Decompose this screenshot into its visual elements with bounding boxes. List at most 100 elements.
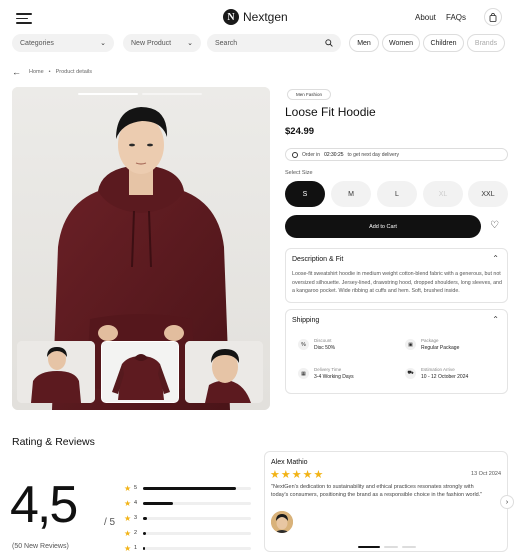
rating-bar-fill [143,486,236,490]
new-product-label: New Product [131,39,172,47]
thumbnail-2[interactable] [101,341,179,403]
shipping-label: Discount [314,338,332,343]
shipping-value: Regular Package [421,345,460,351]
chevron-right-icon: › [505,498,509,506]
rating-bar-track [143,531,251,535]
search-icon[interactable] [325,39,333,47]
brand-name: Nextgen [243,10,288,24]
breadcrumb-separator: • [48,69,51,75]
size-option-l[interactable]: L [377,181,417,207]
shipping-label: Package [421,338,439,343]
size-option-m[interactable]: M [331,181,371,207]
shipping-value: Disc 50% [314,345,336,351]
reviews-heading: Rating & Reviews [12,436,95,448]
carousel-dot[interactable] [402,546,416,548]
size-option-s[interactable]: S [285,181,325,207]
carousel-dot-active[interactable] [358,546,380,548]
chip-brands[interactable]: Brands [467,34,505,52]
chip-men[interactable]: Men [349,34,379,52]
size-option-xxl[interactable]: XXL [468,181,508,207]
rating-bar-4: ★ 4 [124,498,251,508]
rating-bar-2: ★ 2 [124,529,251,538]
size-option-xl: XL [423,181,463,207]
shipping-label: Delivery Time [314,367,342,372]
shipping-discount: % Discount Disc 50% [298,338,335,351]
shipping-value: 3-4 Working Days [314,374,354,380]
chevron-up-icon[interactable]: ⌃ [492,315,499,324]
reviewer-avatar [271,511,293,533]
bag-button[interactable] [484,8,502,26]
shipping-label: Estimation Arrive [421,367,455,372]
chevron-down-icon: ⌄ [100,40,106,47]
delivery-notice: Order in 02:30:25 to get next day delive… [285,148,508,161]
shipping-estimation: ⛟ Estimation Arrive 10 - 12 October 2024 [405,367,468,380]
heart-icon[interactable]: ♡ [490,220,499,231]
chevron-up-icon[interactable]: ⌃ [492,254,499,263]
rating-bar-1: ★ 1 [124,543,251,553]
rating-bar-fill [143,516,148,520]
description-card: Description & Fit ⌃ Loose-fit sweatshirt… [285,248,508,303]
nav-faqs-link[interactable]: FAQs [446,13,466,22]
carousel-dot[interactable] [384,546,398,548]
add-to-cart-button[interactable]: Add to Cart [285,215,481,238]
category-badge: Men Fashion [287,89,332,100]
delivery-countdown: 02:30:25 [324,151,344,158]
thumbnail-1[interactable] [17,341,95,403]
star-icon: ★ [124,513,132,523]
rating-bar-label: 2 [134,530,138,536]
review-stars: ★★★★★ [270,469,325,481]
review-date: 13 Oct 2024 [471,471,501,477]
chip-women[interactable]: Women [382,34,420,52]
rating-bar-track [143,486,251,490]
rating-bar-track [143,516,251,520]
nav-about-link[interactable]: About [415,13,436,22]
rating-score: 4,5 [10,476,78,534]
shipping-value: 10 - 12 October 2024 [421,374,469,380]
review-card: Alex Mathio ★★★★★ 13 Oct 2024 "NextGen's… [264,451,508,552]
description-text: Loose-fit sweatshirt hoodie in medium we… [292,271,502,295]
categories-select[interactable]: Categories ⌄ [12,34,114,52]
categories-label: Categories [20,39,54,47]
rating-bar-fill [143,546,146,550]
carousel-indicator [142,93,202,95]
avatar-image [271,511,293,533]
rating-bar-label: 1 [134,545,138,551]
rating-bar-fill [143,531,147,535]
description-heading[interactable]: Description & Fit [292,256,343,263]
brand-logo[interactable]: N Nextgen [223,9,288,25]
rating-bar-label: 5 [134,485,138,491]
shipping-card: Shipping ⌃ % Discount Disc 50% ▣ Package R… [285,309,508,394]
rating-bar-track [143,501,251,505]
product-price: $24.99 [285,126,315,137]
thumbnail-3[interactable] [185,341,263,403]
rating-out-of: / 5 [104,517,116,528]
thumbnail-image [185,341,263,403]
logo-mark: N [223,9,239,25]
rating-bar-3: ★ 3 [124,513,251,523]
chevron-down-icon: ⌄ [187,40,193,47]
star-icon: ★ [124,498,132,508]
menu-icon[interactable] [16,13,32,24]
star-icon: ★ [124,543,132,553]
reviewer-name: Alex Mathio [271,459,308,466]
thumbnail-image [102,342,178,402]
search-input[interactable]: Search [207,34,341,52]
next-review-button[interactable]: › [500,495,514,509]
breadcrumb-home[interactable]: Home [29,69,44,75]
shipping-package: ▣ Package Regular Package [405,338,459,351]
truck-icon: ⛟ [405,368,416,379]
chip-children[interactable]: Children [423,34,464,52]
rating-bar-label: 4 [134,500,138,506]
new-product-select[interactable]: New Product ⌄ [123,34,201,52]
carousel-indicator-active [78,93,138,95]
delivery-suffix: to get next day delivery [347,151,399,158]
package-icon: ▣ [405,339,416,350]
carousel-dots [358,546,416,548]
review-text: "NextGen's dedication to sustainability … [271,484,483,498]
back-arrow-icon[interactable]: ← [12,67,21,77]
rating-bar-track [143,546,251,550]
shipping-heading[interactable]: Shipping [292,317,319,324]
rating-bar-5: ★ 5 [124,484,251,493]
bag-icon [489,12,497,22]
size-label: Select Size [285,170,313,176]
